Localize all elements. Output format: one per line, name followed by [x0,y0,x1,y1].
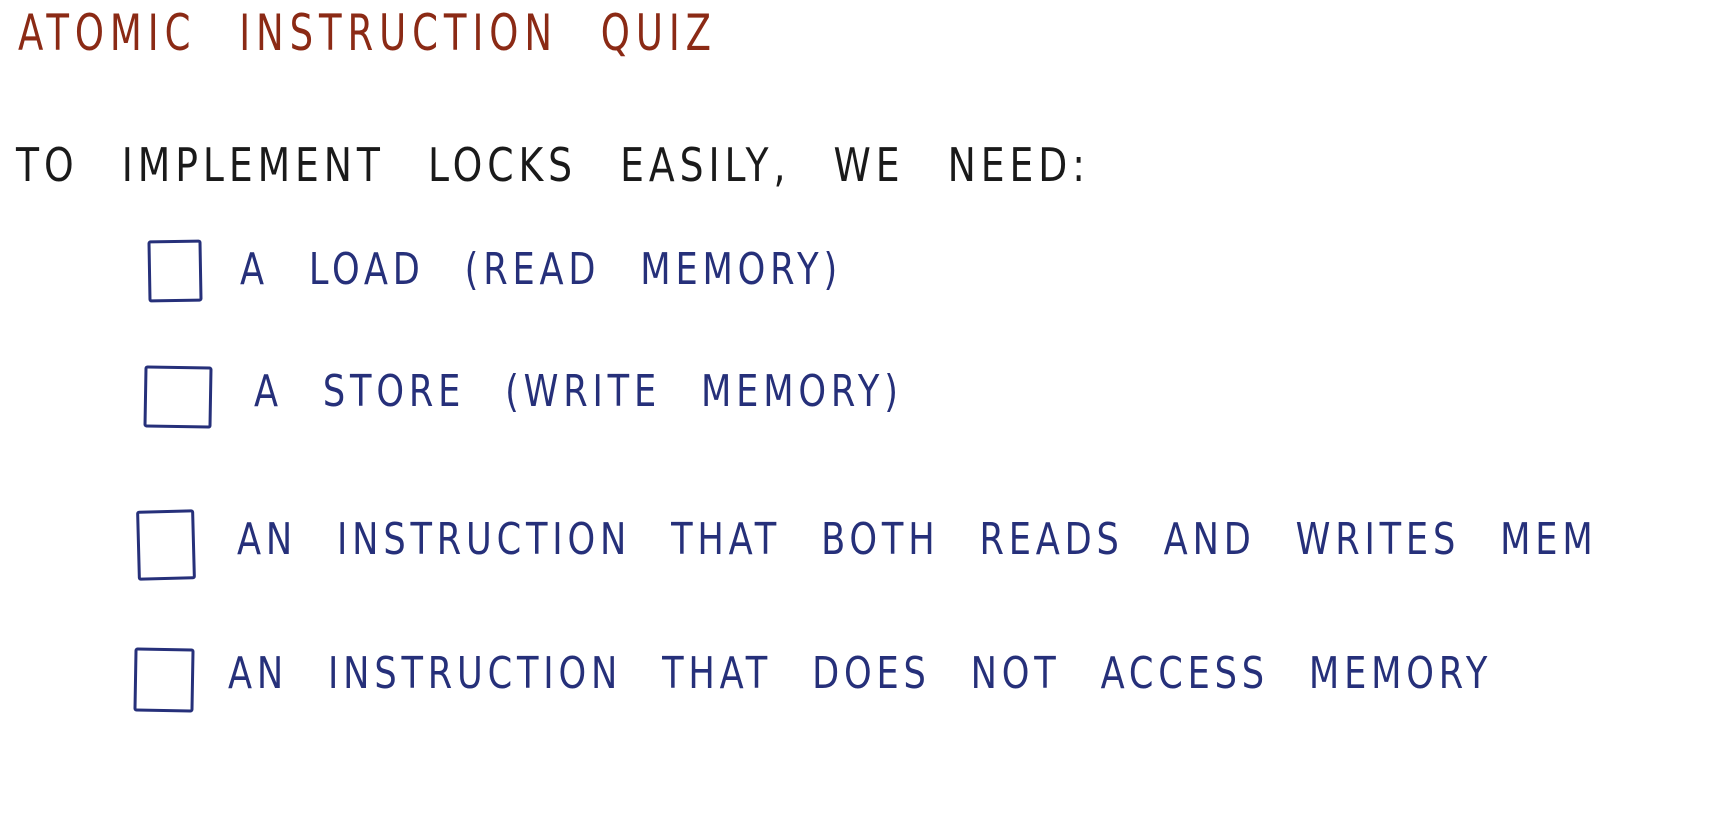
option-label: A LOAD (READ MEMORY) [240,244,843,295]
quiz-sheet: ATOMIC INSTRUCTION QUIZ TO IMPLEMENT LOC… [0,0,1721,818]
option-checkbox[interactable] [133,647,195,713]
option-checkbox[interactable] [136,509,196,581]
option-checkbox[interactable] [143,365,213,429]
option-label: AN INSTRUCTION THAT BOTH READS AND WRITE… [237,514,1598,565]
option-checkbox[interactable] [147,239,203,303]
quiz-title: ATOMIC INSTRUCTION QUIZ [18,4,717,62]
option-label: AN INSTRUCTION THAT DOES NOT ACCESS MEMO… [228,648,1493,699]
quiz-prompt: TO IMPLEMENT LOCKS EASILY, WE NEED: [16,138,1090,192]
option-label: A STORE (WRITE MEMORY) [254,366,903,417]
